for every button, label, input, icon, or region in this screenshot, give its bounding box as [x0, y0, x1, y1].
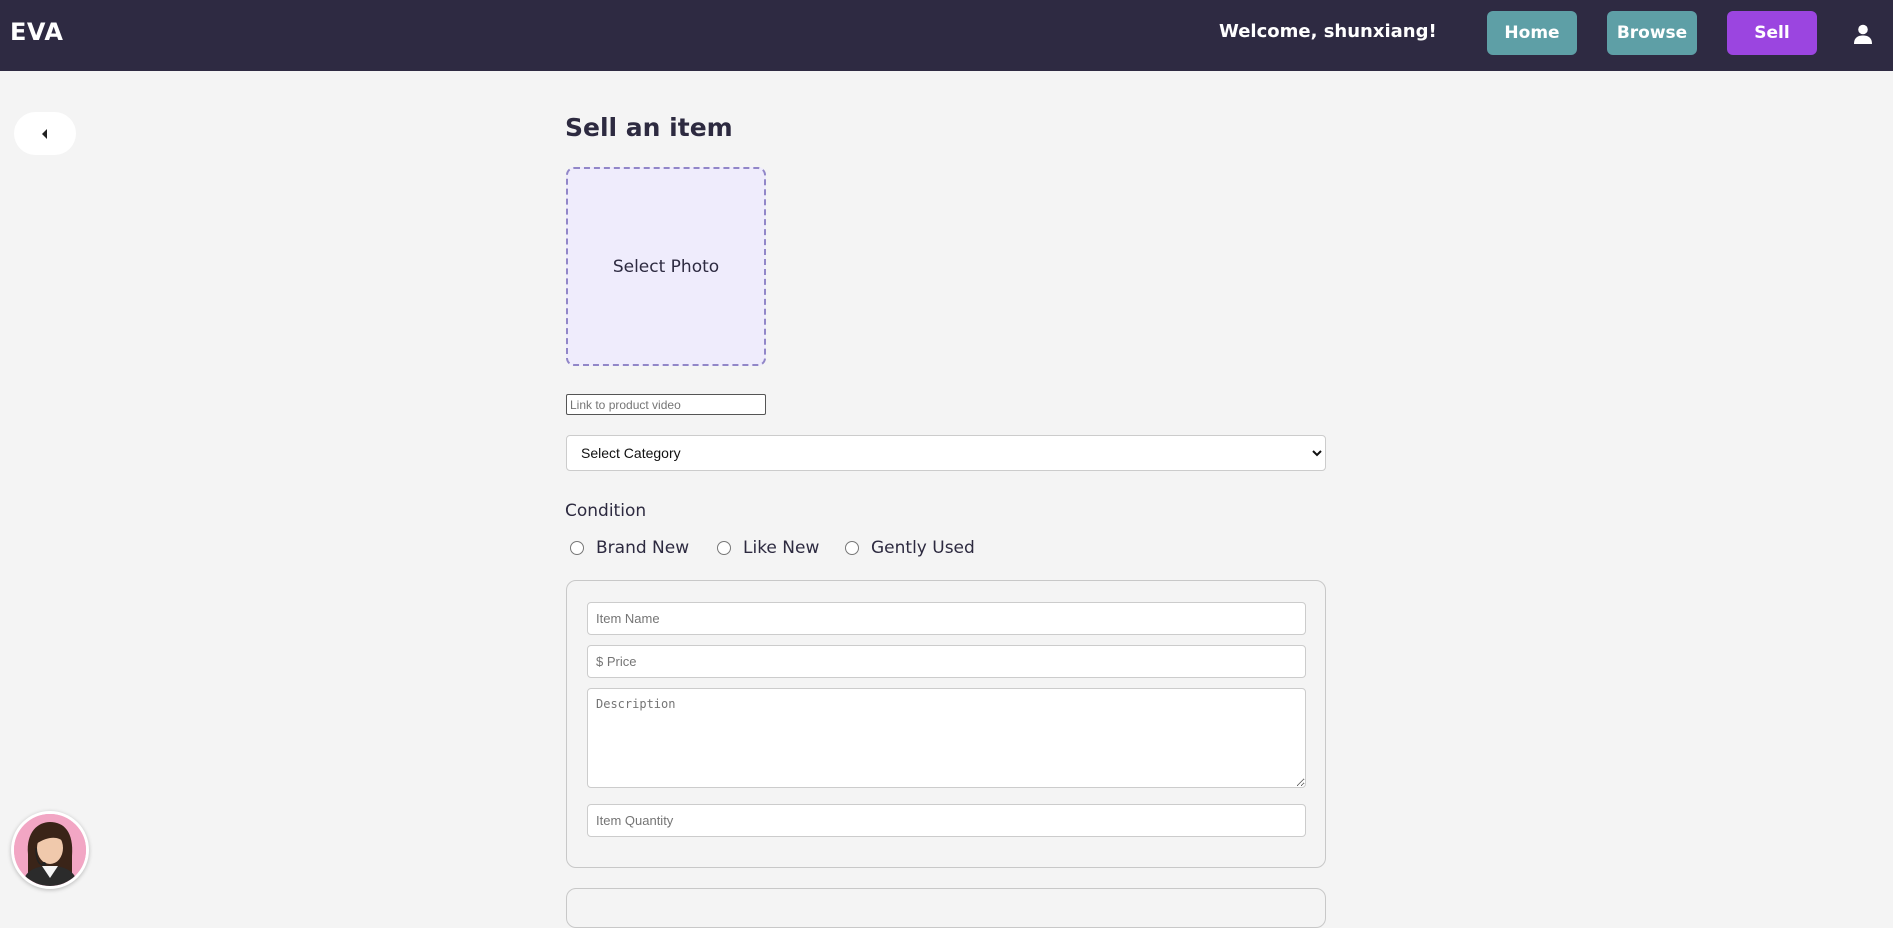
sell-button[interactable]: Sell — [1727, 11, 1817, 55]
user-icon[interactable] — [1852, 23, 1874, 45]
back-button[interactable] — [14, 112, 76, 155]
condition-radio-gently-used[interactable]: Gently Used — [845, 536, 975, 560]
condition-label: Condition — [565, 501, 647, 521]
browse-button[interactable]: Browse — [1607, 11, 1697, 55]
category-select[interactable]: Select Category — [566, 435, 1326, 471]
condition-like-new-label: Like New — [743, 538, 820, 558]
next-panel — [566, 888, 1326, 928]
select-photo-label: Select Photo — [612, 256, 720, 277]
description-textarea[interactable] — [587, 688, 1306, 788]
item-quantity-input[interactable] — [587, 804, 1306, 837]
page-title: Sell an item — [565, 113, 733, 142]
select-photo-box[interactable]: Select Photo — [566, 167, 766, 366]
radio-circle[interactable] — [845, 541, 859, 555]
radio-circle[interactable] — [717, 541, 731, 555]
product-video-input[interactable] — [566, 394, 766, 415]
assistant-avatar-image — [14, 814, 86, 886]
caret-left-icon — [42, 128, 47, 139]
top-navbar: EVA Welcome, shunxiang! Home Browse Sell — [0, 0, 1893, 71]
item-details-panel — [566, 580, 1326, 868]
home-button[interactable]: Home — [1487, 11, 1577, 55]
price-input[interactable] — [587, 645, 1306, 678]
condition-radio-like-new[interactable]: Like New — [717, 536, 819, 560]
welcome-message: Welcome, shunxiang! — [1219, 21, 1437, 42]
condition-radio-brand-new[interactable]: Brand New — [570, 536, 689, 560]
assistant-avatar-icon[interactable] — [11, 811, 89, 889]
condition-brand-new-label: Brand New — [596, 538, 690, 558]
condition-gently-used-label: Gently Used — [871, 538, 975, 558]
radio-circle[interactable] — [570, 541, 584, 555]
brand-logo[interactable]: EVA — [10, 18, 63, 46]
item-name-input[interactable] — [587, 602, 1306, 635]
